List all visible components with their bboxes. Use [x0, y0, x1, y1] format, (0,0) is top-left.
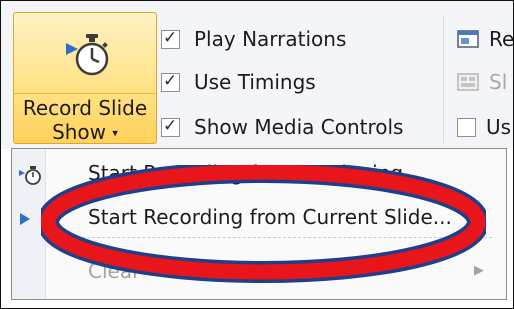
right-option-3-checkbox[interactable]: [457, 117, 476, 137]
record-label-line2: Show ▾: [14, 120, 156, 146]
menu-separator: [72, 237, 492, 238]
show-media-controls-label: Show Media Controls: [194, 115, 404, 139]
checkmark-icon: ✓: [163, 115, 178, 136]
menu-item-clear-label: Clear: [88, 259, 141, 283]
menu-item-clear[interactable]: Clear ▶: [12, 251, 506, 295]
record-button-top[interactable]: [14, 13, 156, 94]
submenu-arrow-icon: ▶: [474, 263, 484, 278]
use-timings-label: Use Timings: [194, 70, 316, 94]
stopwatch-icon: [19, 166, 41, 185]
dropdown-arrow-icon: ▾: [112, 126, 118, 140]
record-label-line1: Record Slide: [22, 96, 148, 120]
right-option-1[interactable]: Re: [457, 21, 514, 57]
screenshot-frame: Record Slide Show ▾ ✓ Play Narrations ✓ …: [0, 0, 514, 309]
record-label-show: Show: [52, 120, 107, 144]
ribbon-group: Record Slide Show ▾ ✓ Play Narrations ✓ …: [1, 1, 514, 149]
menu-item-start-from-current-slide[interactable]: Start Recording from Current Slide...: [12, 197, 506, 241]
show-media-controls-checkbox[interactable]: ✓: [161, 115, 180, 137]
right-option-3[interactable]: Us: [457, 109, 511, 145]
record-slide-show-label[interactable]: Record Slide Show ▾: [14, 96, 156, 146]
right-option-1-label: Re: [489, 27, 514, 51]
use-timings-option[interactable]: ✓ Use Timings: [161, 64, 316, 100]
slide-icon: [457, 73, 479, 91]
play-narrations-checkbox[interactable]: ✓: [161, 27, 180, 49]
menu-item-start-from-beginning[interactable]: Start Recording from Beginning...: [12, 153, 506, 197]
menu-item-start-from-beginning-label: Start Recording from Beginning...: [88, 161, 423, 185]
show-media-controls-option[interactable]: ✓ Show Media Controls: [161, 109, 403, 145]
play-narrations-label: Play Narrations: [194, 27, 347, 51]
checkmark-icon: ✓: [163, 70, 178, 91]
record-slide-show-button[interactable]: Record Slide Show ▾: [13, 12, 157, 144]
right-option-3-label: Us: [486, 115, 512, 139]
menu-item-start-from-current-slide-label: Start Recording from Current Slide...: [88, 205, 452, 229]
play-arrow-icon: [20, 213, 30, 225]
stopwatch-icon: [66, 34, 109, 76]
use-timings-checkbox[interactable]: ✓: [161, 70, 180, 92]
play-narrations-option[interactable]: ✓ Play Narrations: [161, 21, 346, 57]
group-divider: [443, 15, 444, 143]
checkmark-icon: ✓: [163, 27, 178, 48]
window-icon: [457, 30, 479, 48]
right-option-2-label: Sl: [489, 70, 508, 94]
record-dropdown-menu: Start Recording from Beginning... Start …: [11, 148, 507, 300]
right-option-2[interactable]: Sl: [457, 64, 507, 100]
